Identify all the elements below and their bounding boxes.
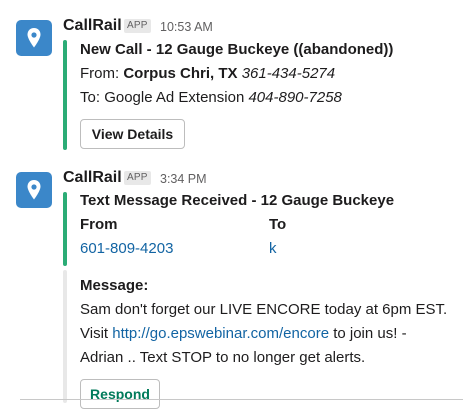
- app-badge: APP: [124, 171, 151, 185]
- attachment-title: New Call - 12 Gauge Buckeye ((abandoned)…: [80, 41, 394, 58]
- message-timestamp[interactable]: 10:53 AM: [160, 20, 213, 34]
- attachment-accent-bar: [63, 192, 67, 266]
- from-header: From: [80, 216, 118, 233]
- location-pin-icon: [27, 180, 41, 200]
- to-line: To: Google Ad Extension 404-890-7258: [80, 87, 342, 109]
- location-pin-icon: [27, 28, 41, 48]
- sender-name[interactable]: CallRail: [63, 169, 122, 187]
- from-phone-link[interactable]: 601-809-4203: [80, 238, 173, 260]
- callrail-avatar[interactable]: [16, 172, 52, 208]
- respond-button[interactable]: Respond: [80, 379, 160, 409]
- to-value-link[interactable]: k: [269, 238, 277, 260]
- view-details-button[interactable]: View Details: [80, 119, 185, 149]
- from-location: Corpus Chri, TX: [123, 65, 238, 82]
- app-badge: APP: [124, 19, 151, 33]
- message-body: Sam don't forget our LIVE ENCORE today a…: [80, 298, 450, 370]
- from-number: 361-434-5274: [241, 65, 336, 82]
- callrail-avatar[interactable]: [16, 20, 52, 56]
- to-number: 404-890-7258: [248, 89, 342, 106]
- encore-link[interactable]: http://go.epswebinar.com/encore: [112, 325, 329, 342]
- message-timestamp[interactable]: 3:34 PM: [160, 172, 207, 186]
- composer-border: [20, 399, 463, 400]
- message-label: Message:: [80, 277, 149, 294]
- sender-name[interactable]: CallRail: [63, 17, 122, 35]
- attachment-accent-bar: [63, 40, 67, 150]
- to-name: Google Ad Extension: [104, 89, 245, 106]
- to-label: To:: [80, 89, 101, 106]
- attachment-accent-bar-light: [63, 270, 67, 403]
- attachment-title: Text Message Received - 12 Gauge Buckeye: [80, 192, 395, 209]
- to-header: To: [269, 216, 287, 233]
- from-line: From: Corpus Chri, TX 361-434-5274: [80, 63, 335, 85]
- from-label: From:: [80, 65, 120, 82]
